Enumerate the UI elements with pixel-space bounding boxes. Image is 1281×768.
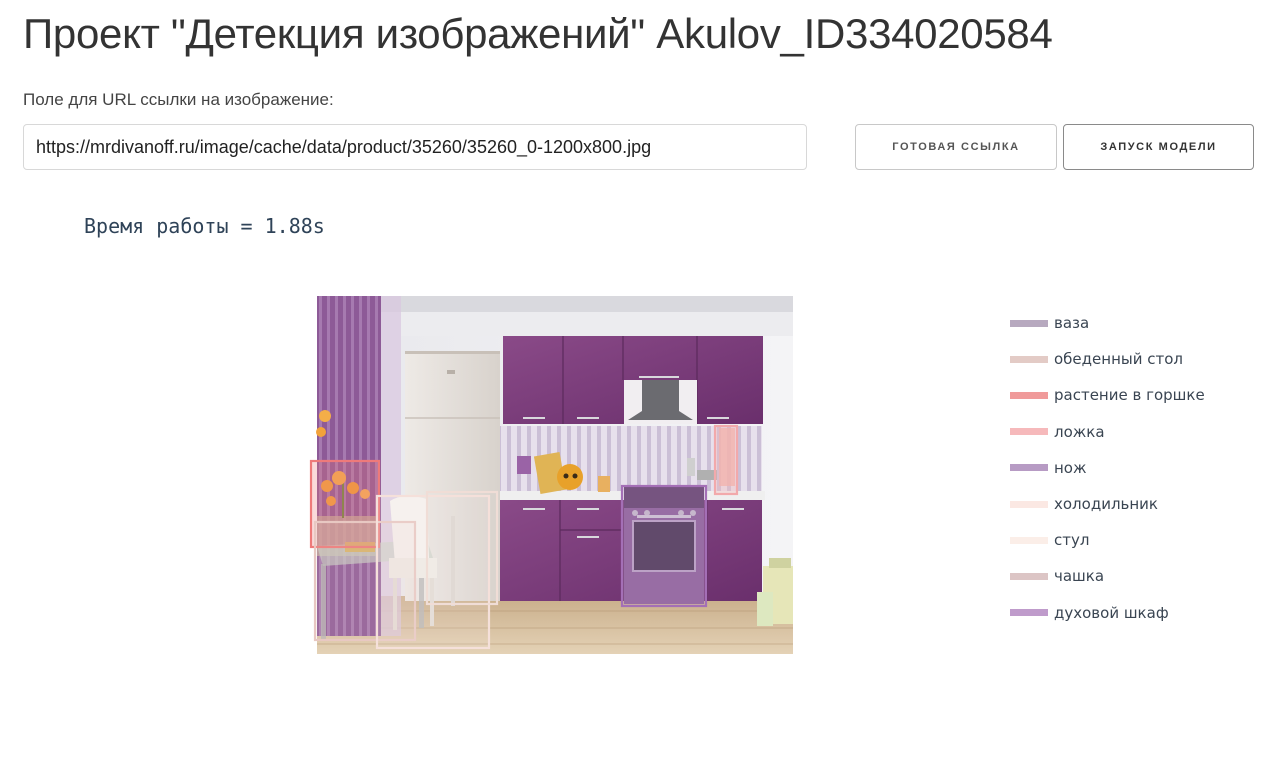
legend-item: стул bbox=[1010, 522, 1270, 558]
url-field-label: Поле для URL ссылки на изображение: bbox=[23, 90, 334, 109]
legend-label: обеденный стол bbox=[1054, 350, 1183, 369]
legend-color-swatch bbox=[1010, 391, 1048, 399]
legend-item: ваза bbox=[1010, 305, 1270, 341]
legend-label: ваза bbox=[1054, 314, 1090, 333]
legend-item: ложка bbox=[1010, 414, 1270, 450]
legend-label: растение в горшке bbox=[1054, 386, 1205, 405]
legend-label: стул bbox=[1054, 531, 1090, 550]
legend-color-swatch bbox=[1010, 609, 1048, 617]
kitchen-photo-illustration bbox=[309, 296, 793, 654]
detection-legend: ваза обеденный стол растение в горшке ложка… bbox=[1010, 305, 1270, 631]
legend-color-swatch bbox=[1010, 500, 1048, 508]
legend-item: духовой шкаф bbox=[1010, 595, 1270, 631]
url-input[interactable] bbox=[23, 124, 807, 170]
legend-item: чашка bbox=[1010, 558, 1270, 594]
legend-label: духовой шкаф bbox=[1054, 603, 1169, 622]
legend-color-swatch bbox=[1010, 572, 1048, 580]
legend-item: нож bbox=[1010, 450, 1270, 486]
legend-color-swatch bbox=[1010, 536, 1048, 544]
legend-label: чашка bbox=[1054, 567, 1105, 586]
runtime-text: Время работы = 1.88s bbox=[84, 214, 325, 238]
legend-item: холодильник bbox=[1010, 486, 1270, 522]
legend-color-swatch bbox=[1010, 355, 1048, 363]
page-title: Проект "Детекция изображений" Akulov_ID3… bbox=[23, 10, 1053, 57]
legend-color-swatch bbox=[1010, 464, 1048, 472]
detection-result-image bbox=[287, 296, 815, 654]
legend-label: холодильник bbox=[1054, 495, 1158, 514]
legend-color-swatch bbox=[1010, 428, 1048, 436]
legend-item: обеденный стол bbox=[1010, 341, 1270, 377]
ready-link-button[interactable]: готовая ссылка bbox=[855, 124, 1057, 170]
legend-label: ложка bbox=[1054, 422, 1105, 441]
legend-label: нож bbox=[1054, 458, 1087, 477]
run-model-button[interactable]: запуск модели bbox=[1063, 124, 1254, 170]
legend-item: растение в горшке bbox=[1010, 377, 1270, 413]
legend-color-swatch bbox=[1010, 319, 1048, 327]
